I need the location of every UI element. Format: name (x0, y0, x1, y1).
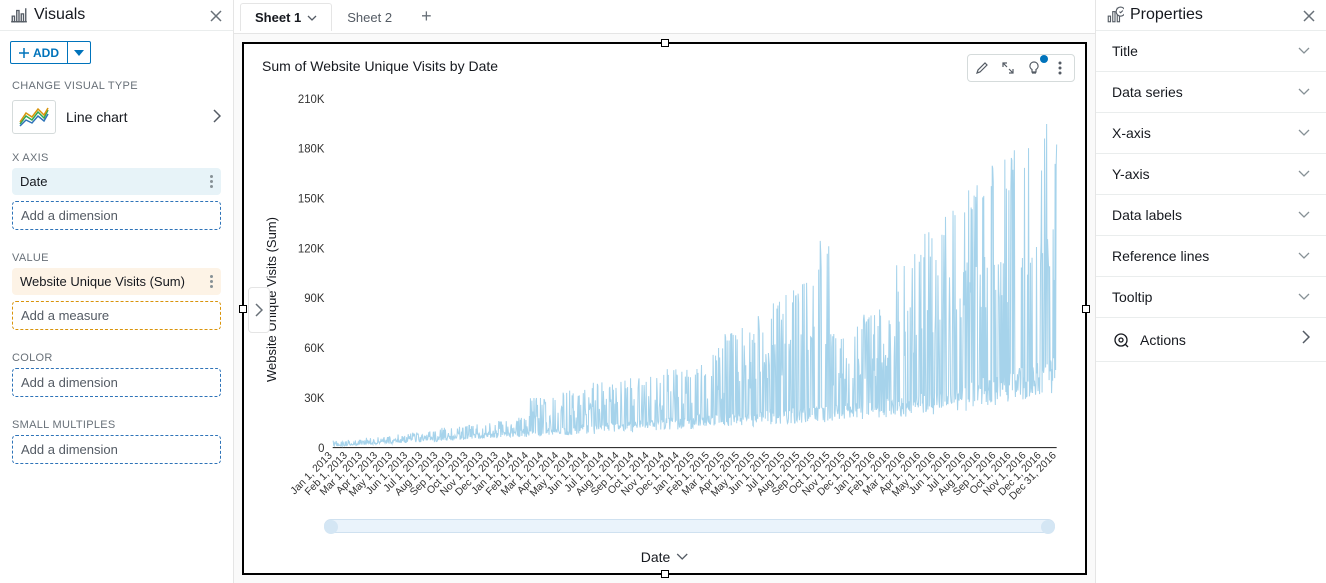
xaxis-field-label: Date (20, 174, 47, 189)
chart-title: Sum of Website Unique Visits by Date (244, 44, 1085, 78)
svg-text:210K: 210K (298, 94, 325, 106)
svg-text:30K: 30K (304, 393, 325, 405)
tab-sheet1[interactable]: Sheet 1 (240, 3, 332, 31)
visuals-panel-title: Visuals (10, 6, 209, 24)
pencil-icon (975, 61, 989, 75)
properties-row-y-axis[interactable]: Y-axis (1096, 154, 1326, 195)
svg-text:150K: 150K (298, 193, 325, 205)
xaxis-add-dimension[interactable]: Add a dimension (12, 201, 221, 230)
properties-panel: Properties TitleData seriesX-axisY-axisD… (1096, 0, 1326, 583)
visuals-panel: Visuals ADD CHANGE VISUAL TYPE Line char… (0, 0, 234, 583)
xaxis-field-pill[interactable]: Date (12, 168, 221, 195)
visual-toolbar (967, 54, 1075, 82)
chart-plot[interactable]: 030K60K90K120K150K180K210KJan 1, 2013Feb… (281, 88, 1067, 511)
color-section-label: COLOR (0, 346, 233, 368)
resize-handle-n[interactable] (661, 39, 669, 47)
properties-row-tooltip[interactable]: Tooltip (1096, 277, 1326, 318)
change-visual-type-label: CHANGE VISUAL TYPE (0, 74, 233, 96)
sheet-tabs: Sheet 1 Sheet 2 + (234, 0, 1095, 34)
properties-row-data-series[interactable]: Data series (1096, 72, 1326, 113)
resize-handle-e[interactable] (1082, 305, 1090, 313)
properties-row-title[interactable]: Title (1096, 31, 1326, 72)
tab-sheet2[interactable]: Sheet 2 (332, 3, 407, 31)
svg-text:180K: 180K (298, 144, 325, 156)
chevron-down-icon (1298, 290, 1310, 304)
value-field-pill[interactable]: Website Unique Visits (Sum) (12, 268, 221, 295)
svg-text:90K: 90K (304, 293, 325, 305)
lightbulb-icon (1027, 61, 1041, 75)
field-wells-toggle[interactable] (248, 287, 270, 333)
bar-chart-icon (10, 6, 28, 24)
value-field-label: Website Unique Visits (Sum) (20, 274, 185, 289)
value-section-label: VALUE (0, 246, 233, 268)
properties-actions[interactable]: Actions (1096, 318, 1326, 362)
add-visual-button[interactable]: ADD (10, 41, 68, 64)
x-axis-label[interactable]: Date (641, 549, 689, 565)
chevron-down-icon (1298, 167, 1310, 181)
chevron-down-icon (1298, 126, 1310, 140)
resize-handle-s[interactable] (661, 570, 669, 578)
chart-type-selector[interactable]: Line chart (0, 96, 233, 146)
value-add-measure[interactable]: Add a measure (12, 301, 221, 330)
close-icon (209, 9, 223, 23)
properties-icon (1106, 6, 1124, 24)
svg-text:60K: 60K (304, 343, 325, 355)
actions-icon (1112, 331, 1130, 349)
close-panel-button[interactable] (209, 7, 223, 23)
chevron-down-icon (676, 553, 688, 561)
small-multiples-add-dimension[interactable]: Add a dimension (12, 435, 221, 464)
chart-type-label: Line chart (66, 109, 203, 125)
chevron-down-icon (1298, 249, 1310, 263)
color-add-dimension[interactable]: Add a dimension (12, 368, 221, 397)
chevron-down-icon (1298, 85, 1310, 99)
add-sheet-button[interactable]: + (407, 6, 446, 27)
add-visual-dropdown[interactable] (68, 41, 91, 64)
chevron-down-icon (307, 15, 317, 21)
sheet-canvas[interactable]: Sum of Website Unique Visits by Date Web… (234, 34, 1095, 583)
close-properties-button[interactable] (1302, 7, 1316, 23)
properties-row-data-labels[interactable]: Data labels (1096, 195, 1326, 236)
field-menu-icon[interactable] (210, 275, 213, 288)
close-icon (1302, 9, 1316, 23)
small-multiples-section-label: SMALL MULTIPLES (0, 413, 233, 435)
more-options-button[interactable] (1048, 57, 1072, 79)
properties-row-reference-lines[interactable]: Reference lines (1096, 236, 1326, 277)
expand-icon (1001, 61, 1015, 75)
edit-button[interactable] (970, 57, 994, 79)
resize-handle-w[interactable] (239, 305, 247, 313)
chevron-down-icon (1298, 44, 1310, 58)
plus-icon (19, 48, 29, 58)
properties-panel-title: Properties (1106, 6, 1302, 24)
chevron-right-icon (255, 303, 263, 317)
chevron-right-icon (1302, 330, 1310, 349)
expand-button[interactable] (996, 57, 1020, 79)
properties-row-x-axis[interactable]: X-axis (1096, 113, 1326, 154)
vertical-dots-icon (1058, 61, 1062, 75)
chevron-right-icon (213, 109, 221, 126)
line-chart-thumb-icon (12, 100, 56, 134)
caret-down-icon (74, 50, 84, 56)
field-menu-icon[interactable] (210, 175, 213, 188)
svg-text:120K: 120K (298, 243, 325, 255)
x-range-slider[interactable] (324, 519, 1055, 533)
visual-card[interactable]: Sum of Website Unique Visits by Date Web… (242, 42, 1087, 575)
xaxis-section-label: X AXIS (0, 146, 233, 168)
insights-button[interactable] (1022, 57, 1046, 79)
chevron-down-icon (1298, 208, 1310, 222)
